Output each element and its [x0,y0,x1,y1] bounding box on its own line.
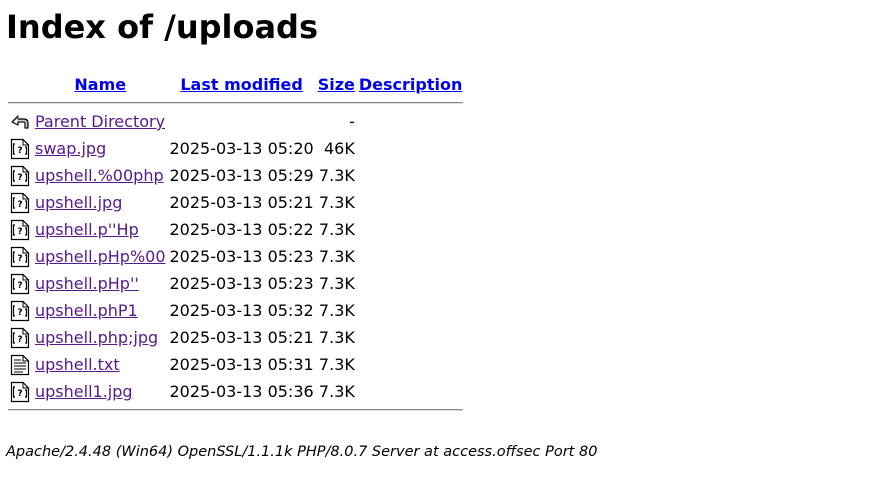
bottom-divider [8,409,464,411]
file-link[interactable]: upshell.txt [35,355,120,374]
sort-by-description-link[interactable]: Description [359,75,462,94]
file-size: 7.3K [318,247,355,266]
unknown-file-icon: ? [10,165,30,186]
last-modified: 2025-03-13 05:32 [169,301,314,320]
unknown-file-icon: ? [10,246,30,267]
svg-text:?: ? [17,254,22,264]
svg-text:?: ? [17,308,22,318]
file-link[interactable]: upshell.pHp'' [35,274,139,293]
last-modified: 2025-03-13 05:23 [169,274,314,293]
name-column-header: Name [34,72,167,97]
file-row: ? upshell.phP1 2025-03-13 05:32 7.3K [8,298,463,323]
file-link[interactable]: upshell1.jpg [35,382,133,401]
file-row: ? upshell1.jpg 2025-03-13 05:36 7.3K [8,379,463,404]
file-description [358,163,463,188]
description-column-header: Description [358,72,463,97]
file-link[interactable]: upshell.jpg [35,193,122,212]
file-row: ? upshell.php;jpg 2025-03-13 05:21 7.3K [8,325,463,350]
file-size: 7.3K [318,301,355,320]
page-title: Index of /uploads [6,8,318,46]
file-row: upshell.txt 2025-03-13 05:31 7.3K [8,352,463,377]
last-modified: 2025-03-13 05:31 [169,355,314,374]
file-row: ? upshell.pHp'' 2025-03-13 05:23 7.3K [8,271,463,296]
svg-text:?: ? [17,227,22,237]
unknown-file-icon: ? [10,300,30,321]
file-description [358,136,463,161]
last-modified: 2025-03-13 05:20 [169,139,314,158]
svg-text:?: ? [17,173,22,183]
separator-row [8,406,464,414]
unknown-file-icon: ? [10,192,30,213]
icon-column-header [8,72,32,97]
parent-directory-link[interactable]: Parent Directory [35,112,165,131]
file-description [358,379,463,404]
file-row: ? upshell.p''Hp 2025-03-13 05:22 7.3K [8,217,463,242]
file-description [358,190,463,215]
size-column-header: Size [317,72,356,97]
file-description [358,271,463,296]
file-description [358,244,463,269]
sort-by-modified-link[interactable]: Last modified [180,75,303,94]
text-file-icon [10,354,30,375]
last-modified: 2025-03-13 05:29 [169,166,314,185]
file-row: ? upshell.jpg 2025-03-13 05:21 7.3K [8,190,463,215]
unknown-file-icon: ? [10,327,30,348]
last-modified: 2025-03-13 05:23 [169,247,314,266]
last-modified: 2025-03-13 05:21 [169,328,314,347]
file-link[interactable]: upshell.phP1 [35,301,138,320]
modified-column-header: Last modified [169,72,315,97]
unknown-file-icon: ? [10,219,30,240]
file-size: 7.3K [318,355,355,374]
last-modified: 2025-03-13 05:21 [169,193,314,212]
svg-text:?: ? [17,200,22,210]
unknown-file-icon: ? [10,381,30,402]
file-size: - [349,112,355,131]
svg-text:?: ? [17,146,22,156]
file-row: ? swap.jpg 2025-03-13 05:20 46K [8,136,463,161]
file-size: 7.3K [318,166,355,185]
file-row: ? upshell.pHp%00 2025-03-13 05:23 7.3K [8,244,463,269]
file-size: 7.3K [318,193,355,212]
file-link[interactable]: upshell.%00php [35,166,164,185]
separator-row [8,99,464,107]
svg-text:?: ? [17,389,22,399]
last-modified: 2025-03-13 05:36 [169,382,314,401]
directory-listing: Name Last modified Size Description Pare… [6,70,465,416]
file-link[interactable]: swap.jpg [35,139,106,158]
file-description [358,352,463,377]
file-size: 7.3K [318,274,355,293]
file-size: 7.3K [318,328,355,347]
file-description [358,325,463,350]
back-icon [11,114,29,129]
header-row: Name Last modified Size Description [8,72,463,97]
file-description [358,298,463,323]
server-signature: Apache/2.4.48 (Win64) OpenSSL/1.1.1k PHP… [6,444,598,460]
svg-text:?: ? [17,281,22,291]
file-row: ? upshell.%00php 2025-03-13 05:29 7.3K [8,163,463,188]
file-link[interactable]: upshell.p''Hp [35,220,139,239]
svg-text:?: ? [17,335,22,345]
file-size: 46K [324,139,355,158]
file-size: 7.3K [318,220,355,239]
unknown-file-icon: ? [10,138,30,159]
file-size: 7.3K [318,382,355,401]
sort-by-size-link[interactable]: Size [318,75,355,94]
sort-by-name-link[interactable]: Name [74,75,126,94]
parent-directory-row: Parent Directory - [8,109,463,134]
top-divider [8,102,464,104]
file-description [358,217,463,242]
last-modified: 2025-03-13 05:22 [169,220,314,239]
file-link[interactable]: upshell.php;jpg [35,328,158,347]
file-link[interactable]: upshell.pHp%00 [35,247,166,266]
unknown-file-icon: ? [10,273,30,294]
